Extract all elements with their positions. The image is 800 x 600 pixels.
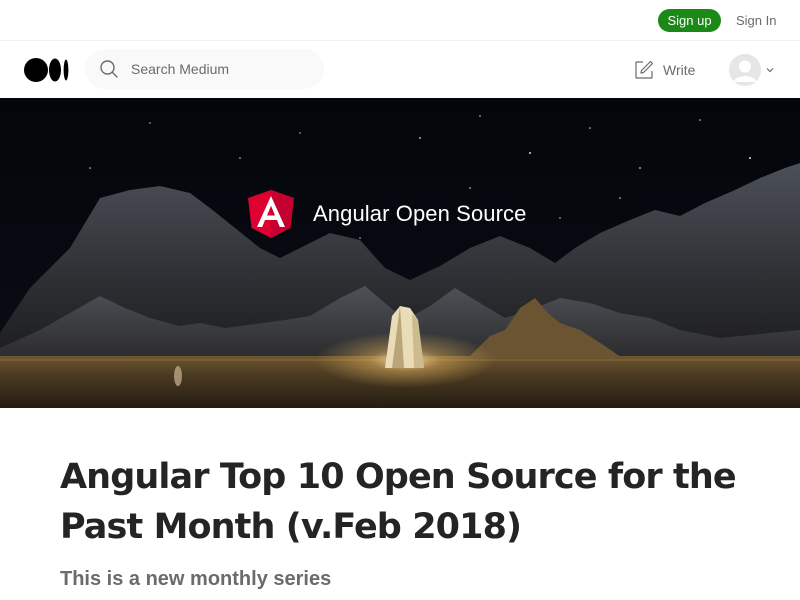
- sign-up-button[interactable]: Sign up: [658, 9, 721, 32]
- sign-in-link[interactable]: Sign In: [736, 9, 776, 32]
- hero-landscape: [0, 98, 800, 408]
- hero-image: Angular Open Source: [0, 98, 800, 408]
- hero-brand: Angular Open Source: [248, 190, 526, 238]
- write-button[interactable]: Write: [633, 58, 695, 82]
- medium-logo-icon[interactable]: [24, 57, 70, 83]
- search-icon: [100, 60, 118, 78]
- main-nav: Write: [0, 41, 800, 98]
- article-subtitle: This is a new monthly series: [60, 568, 332, 590]
- article-title: Angular Top 10 Open Source for the Past …: [60, 457, 737, 547]
- hero-brand-text: Angular Open Source: [313, 201, 527, 226]
- angular-logo-icon: [248, 190, 294, 238]
- search-box[interactable]: [85, 49, 324, 89]
- chevron-down-icon: [766, 68, 774, 73]
- write-label: Write: [663, 62, 696, 78]
- write-icon: [635, 60, 654, 79]
- search-input[interactable]: [131, 49, 316, 89]
- top-utility-bar: Sign up Sign In: [0, 0, 800, 41]
- user-menu[interactable]: [729, 54, 777, 86]
- avatar-icon: [729, 54, 761, 86]
